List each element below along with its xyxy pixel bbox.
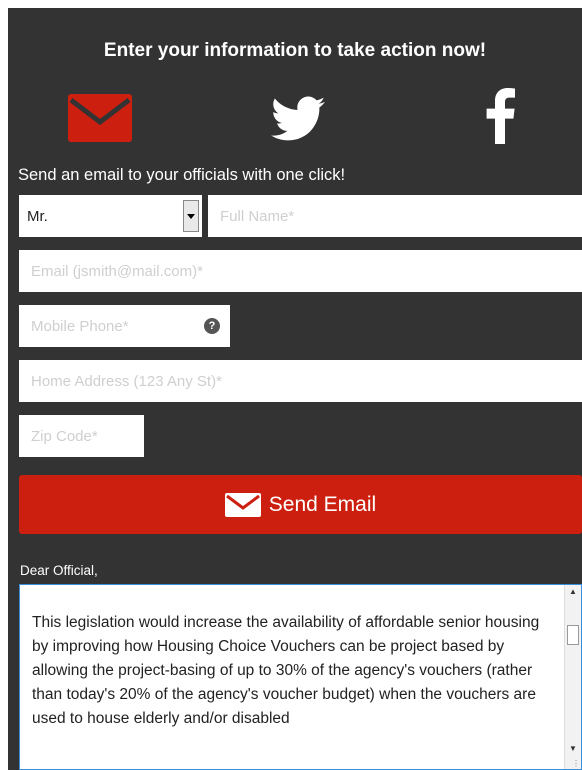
prefix-value: Mr. [27, 207, 48, 225]
chevron-down-icon[interactable] [183, 200, 199, 232]
scroll-down-arrow-icon[interactable]: ▼ [565, 744, 581, 753]
home-address-placeholder: Home Address (123 Any St)* [31, 372, 222, 390]
form-subtitle: Send an email to your officials with one… [18, 166, 346, 184]
message-scrollbar[interactable]: ▲ ▼ [564, 585, 581, 769]
help-icon[interactable]: ? [204, 318, 220, 334]
message-greeting: Dear Official, [20, 563, 98, 578]
email-placeholder: Email (jsmith@mail.com)* [31, 262, 203, 280]
prefix-select[interactable]: Mr. [19, 195, 202, 237]
envelope-icon[interactable] [68, 94, 132, 147]
scrollbar-thumb[interactable] [567, 625, 579, 645]
full-name-field[interactable]: Full Name* [208, 195, 582, 237]
zip-code-placeholder: Zip Code* [31, 427, 98, 445]
home-address-field[interactable]: Home Address (123 Any St)* [19, 360, 582, 402]
page-title: Enter your information to take action no… [103, 40, 487, 61]
twitter-bird-icon[interactable] [271, 96, 325, 147]
envelope-icon [224, 492, 261, 517]
scroll-up-arrow-icon[interactable]: ▲ [565, 587, 581, 596]
facebook-f-icon[interactable] [485, 88, 515, 149]
full-name-placeholder: Full Name* [220, 207, 295, 225]
resize-grip-icon[interactable]: ⋮ [572, 759, 580, 768]
mobile-phone-placeholder: Mobile Phone* [31, 317, 129, 335]
message-textarea[interactable]: This legislation would increase the avai… [19, 584, 582, 770]
mobile-phone-field[interactable]: Mobile Phone* ? [19, 305, 230, 347]
message-body: This legislation would increase the avai… [32, 614, 540, 727]
email-field[interactable]: Email (jsmith@mail.com)* [19, 250, 582, 292]
send-email-button[interactable]: Send Email [19, 475, 582, 534]
action-panel: Enter your information to take action no… [8, 8, 582, 770]
zip-code-field[interactable]: Zip Code* [19, 415, 144, 457]
send-email-label: Send Email [268, 492, 377, 516]
